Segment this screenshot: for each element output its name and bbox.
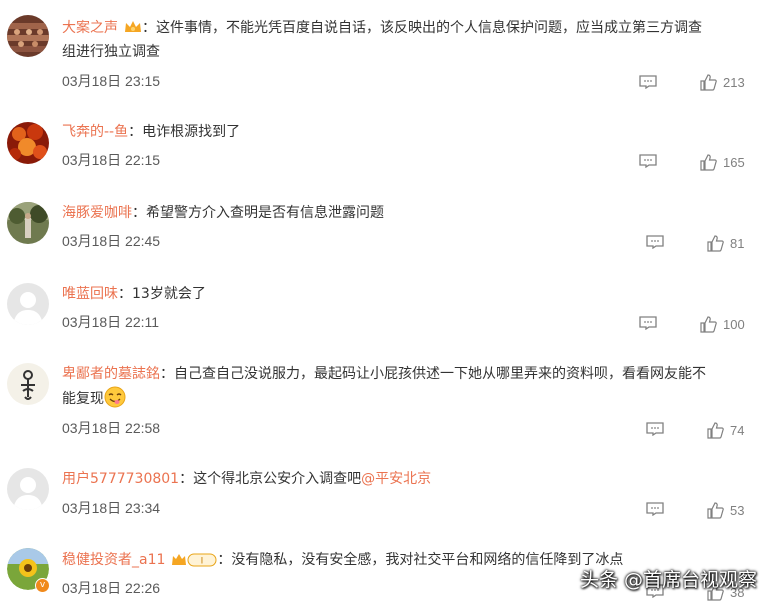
timestamp: 03月18日 22:45 (62, 233, 161, 249)
like-count: 81 (730, 235, 745, 251)
default-avatar-icon (7, 468, 49, 510)
username-link[interactable]: 卑鄙者的墓誌銘 (62, 366, 160, 382)
comment-text: 大案之声 ：这件事情，不能光凭百度自说自话，该反映出的个人信息保护问题，应当成立第… (62, 20, 702, 60)
timestamp: 03月18日 23:34 (62, 500, 161, 516)
thumbs-up-icon (700, 73, 717, 91)
comment-body-cont: 组进行独立调查 (62, 44, 160, 60)
avatar[interactable] (7, 363, 49, 405)
timestamp: 03月18日 22:26 (62, 580, 161, 596)
reply-icon[interactable] (639, 316, 657, 330)
username-link[interactable]: 大案之声 (62, 20, 118, 36)
thumbs-up-icon (707, 501, 724, 519)
avatar[interactable] (7, 122, 49, 164)
thumbs-up-icon (700, 315, 717, 333)
reply-icon[interactable] (646, 235, 664, 249)
username-link[interactable]: 稳健投资者_a11 (62, 552, 165, 568)
default-avatar-icon (7, 283, 49, 325)
watermark: 头条 @首席台视观察 (579, 569, 757, 591)
username-link[interactable]: 用户5777730801 (62, 471, 179, 487)
username-link[interactable]: 飞奔的--鱼 (62, 124, 128, 140)
thumbs-up-icon (707, 234, 724, 252)
like-count: 165 (723, 154, 745, 170)
comment-text: 卑鄙者的墓誌銘：自己查自己没说服力，最起码让小屁孩供述一下她从哪里弄来的资料呗，… (62, 366, 706, 408)
like-count: 213 (723, 74, 745, 90)
avatar-image (7, 122, 49, 164)
like-button[interactable]: 100 (700, 315, 745, 333)
thumbs-up-icon (707, 421, 724, 439)
avatar[interactable] (7, 202, 49, 244)
like-button[interactable]: 165 (700, 153, 745, 171)
like-button[interactable]: 53 (707, 501, 744, 519)
comment-body: 13岁就会了 (132, 286, 206, 302)
verified-badge-icon: v (35, 578, 50, 593)
reply-icon[interactable] (639, 154, 657, 168)
comment-text: 飞奔的--鱼：电诈根源找到了 (62, 124, 241, 140)
comment-body: 电诈根源找到了 (142, 124, 241, 140)
avatar[interactable] (7, 468, 49, 510)
mention-link[interactable]: @平安北京 (361, 471, 431, 487)
like-count: 53 (730, 502, 745, 518)
reply-icon[interactable] (646, 422, 664, 436)
comment-body: 自己查自己没说服力，最起码让小屁孩供述一下她从哪里弄来的资料呗，看看网友能不 (174, 366, 706, 382)
crown-badge-icon (125, 21, 141, 32)
avatar-image (7, 202, 49, 244)
username-link[interactable]: 唯蓝回味 (62, 286, 118, 302)
avatar-image (7, 15, 49, 57)
timestamp: 03月18日 22:15 (62, 152, 161, 168)
reply-icon[interactable] (639, 75, 657, 89)
like-count: 74 (730, 422, 745, 438)
comment-body-cont: 能复现 (62, 391, 104, 407)
comment-text: 唯蓝回味：13岁就会了 (62, 286, 206, 302)
comment-body: 这件事情，不能光凭百度自说自话，该反映出的个人信息保护问题，应当成立第三方调查 (156, 20, 702, 36)
svg-text:I: I (201, 557, 204, 567)
yummy-emoji-icon (104, 386, 126, 408)
comment-text: 海豚爱咖啡：希望警方介入查明是否有信息泄露问题 (62, 205, 384, 221)
avatar[interactable]: v (7, 548, 50, 593)
comment-text: 用户5777730801：这个得北京公安介入调查吧@平安北京 (62, 471, 432, 487)
comment-body: 希望警方介入查明是否有信息泄露问题 (146, 205, 384, 221)
like-button[interactable]: 81 (707, 234, 744, 252)
comment-body: 这个得北京公安介入调查吧 (193, 471, 362, 487)
avatar[interactable] (7, 283, 49, 325)
avatar[interactable] (7, 15, 49, 57)
timestamp: 03月18日 22:11 (62, 314, 160, 330)
timestamp: 03月18日 22:58 (62, 420, 161, 436)
like-count: 100 (723, 316, 745, 332)
like-button[interactable]: 74 (707, 421, 744, 439)
like-button[interactable]: 213 (700, 73, 745, 91)
avatar-image (7, 363, 49, 405)
thumbs-up-icon (700, 153, 717, 171)
username-link[interactable]: 海豚爱咖啡 (62, 205, 132, 221)
comment-body: 没有隐私，没有安全感，我对社交平台和网络的信任降到了冰点 (231, 552, 624, 568)
reply-icon[interactable] (646, 502, 664, 516)
timestamp: 03月18日 23:15 (62, 73, 161, 89)
vip-level-badge-icon: I (171, 552, 217, 568)
